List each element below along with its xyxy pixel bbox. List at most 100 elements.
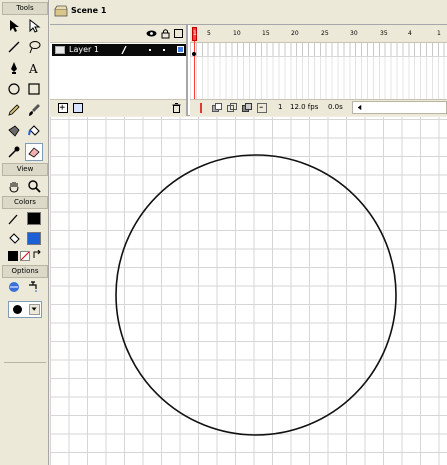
layers-footer [50,99,186,116]
timeline-status-bar: 1 12.0 fps 0.0s [190,99,447,116]
options-section-title: Options [2,265,48,278]
frame-number: 35 [380,30,388,37]
hand-icon [9,182,19,193]
center-frame-icon[interactable] [198,103,204,113]
onion-skin-outlines-icon[interactable] [227,103,237,113]
oval-tool-button[interactable] [5,80,23,98]
pen-tool-button[interactable] [5,59,23,77]
scroll-left-icon[interactable] [356,104,363,111]
eraser-shape-circle-icon [13,305,22,314]
lasso-tool-button[interactable] [25,38,43,56]
text-tool-button[interactable]: A [25,59,43,77]
playhead-label: 1 [193,30,197,37]
faucet-option[interactable] [25,278,43,296]
frame-number: 20 [291,30,299,37]
layer-outline-color[interactable] [177,46,184,53]
rectangle-tool-button[interactable] [25,80,43,98]
layer-lock-dot[interactable] [163,49,165,51]
stroke-color-pencil [5,210,23,228]
eraser-mode-icon [9,282,19,292]
add-guide-layer-icon[interactable] [73,103,83,113]
chevron-down-icon [29,304,40,315]
timeline-scrollbar[interactable] [352,101,447,114]
frame-number: 5 [207,30,211,37]
modify-onion-markers-icon[interactable] [257,103,267,113]
arrow-icon [10,20,19,32]
fill-color-bucket [5,230,23,248]
eraser-tool-button[interactable] [25,143,43,161]
paint-bucket-tool-button[interactable] [25,122,43,140]
insert-layer-icon[interactable] [58,103,68,113]
layer-pencil-icon [121,45,127,55]
view-section-title: View [2,163,48,176]
tools-panel-title: Tools [2,2,48,15]
paint-bucket-icon [28,125,40,136]
tools-divider [4,362,46,363]
pencil-tool-button[interactable] [5,101,23,119]
layers-column: Layer 1 [50,25,188,116]
playhead-handle[interactable]: 1 [192,27,197,41]
frame-ruler[interactable]: 5 10 15 20 25 30 35 4 1 [190,25,447,43]
brush-icon [29,104,40,116]
layers-header [50,25,186,43]
eyedropper-tool-button[interactable] [5,143,23,161]
keyframe-dot[interactable] [192,52,196,56]
scene-clapper-icon [54,5,68,17]
eyedropper-icon [8,146,20,158]
frame-number: 15 [262,30,270,37]
edit-multiple-frames-icon[interactable] [242,103,252,113]
scene-bar: Scene 1 [50,0,447,24]
layer-visible-dot[interactable] [149,49,151,51]
frames-area[interactable]: 5 10 15 20 25 30 35 4 1 1 1 12.0 fps 0.0… [190,25,447,116]
zoom-tool-button[interactable] [25,177,43,195]
scene-name[interactable]: Scene 1 [71,6,106,15]
outline-square-icon[interactable] [174,29,183,38]
layer-row[interactable]: Layer 1 [52,44,186,56]
magnifier-icon [28,180,41,193]
timeline-panel: Layer 1 5 10 15 20 25 30 35 4 1 1 1 12.0… [50,24,447,116]
hand-tool-button[interactable] [5,177,23,195]
colors-section-title: Colors [2,196,48,209]
eraser-mode-option[interactable] [5,278,23,296]
no-color-icon[interactable] [20,251,30,261]
layer-name[interactable]: Layer 1 [69,45,99,54]
text-a-icon: A [28,62,38,75]
current-frame-readout: 1 [278,103,283,111]
layer-page-icon [55,46,65,54]
svg-text:A: A [28,62,38,75]
line-icon [8,41,20,53]
frame-number: 25 [321,30,329,37]
subselect-tool-button[interactable] [25,17,43,35]
rectangle-icon [28,83,40,95]
layer-frames-row[interactable] [190,43,447,57]
stage-canvas[interactable] [50,117,447,465]
pencil-small-icon [8,214,18,225]
brush-tool-button[interactable] [25,101,43,119]
drawn-circle[interactable] [115,154,397,436]
frame-number: 30 [350,30,358,37]
pen-icon [11,62,17,74]
onion-skin-icon[interactable] [212,103,222,113]
arrow-tool-button[interactable] [5,17,23,35]
swap-colors-icon[interactable] [32,249,42,260]
ink-bottle-tool-button[interactable] [5,122,23,140]
line-tool-button[interactable] [5,38,23,56]
eye-icon[interactable] [146,29,157,38]
eraser-shape-dropdown[interactable] [8,301,42,318]
trash-icon[interactable] [172,103,181,113]
ink-bottle-icon [8,125,20,137]
fill-color-swatch[interactable] [27,232,41,245]
lasso-icon [29,41,41,54]
subselect-icon [29,19,41,33]
oval-icon [8,83,20,95]
pencil-icon [8,104,20,116]
default-colors-icon[interactable] [8,251,18,261]
faucet-icon [29,281,37,292]
lock-icon[interactable] [161,28,170,39]
stage-drawing [115,154,397,436]
frame-number: 10 [233,30,241,37]
stroke-color-swatch[interactable] [27,212,41,225]
bucket-small-icon [9,233,20,244]
eraser-icon [28,147,40,158]
playhead-line [194,41,195,99]
